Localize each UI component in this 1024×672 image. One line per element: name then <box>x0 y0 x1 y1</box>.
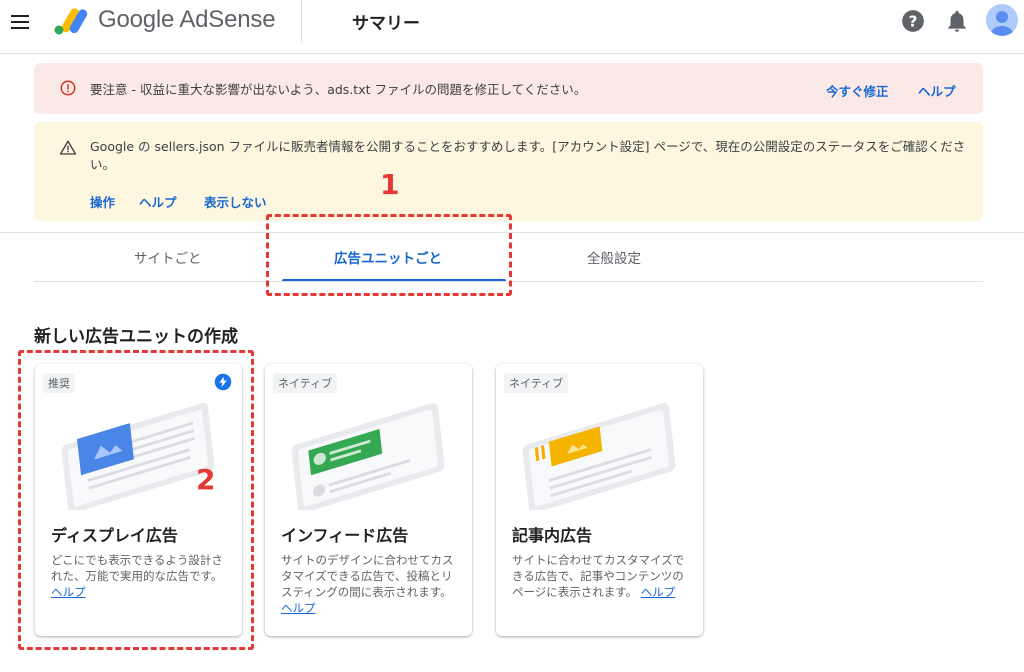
ads-txt-error-alert: 要注意 - 収益に重大な影響が出ないよう、ads.txt ファイルの問題を修正し… <box>34 63 983 114</box>
warning-triangle-icon <box>59 140 77 155</box>
account-avatar-icon[interactable] <box>986 4 1018 36</box>
card-description-text: サイトのデザインに合わせてカスタマイズできる広告で、投稿とリスティングの間に表示… <box>281 553 454 599</box>
menu-icon[interactable] <box>8 10 32 34</box>
svg-text:?: ? <box>909 12 918 30</box>
page-title: サマリー <box>352 14 420 34</box>
card-help-link[interactable]: ヘルプ <box>281 601 316 615</box>
card-title: 記事内広告 <box>512 526 593 545</box>
sellers-json-warning-alert: Google の sellers.json ファイルに販売者情報を公開することを… <box>34 122 983 221</box>
top-app-bar: Google AdSense サマリー ? <box>0 0 1024 54</box>
tab-by-site[interactable]: サイトごと <box>134 247 202 267</box>
article-ad-card[interactable]: ネイティブ 記事内広告 サイトに合わせてカスタマイズできる広告で、記事やコンテン… <box>496 364 703 636</box>
header-divider <box>301 0 302 42</box>
annotation-box-tab <box>266 214 512 296</box>
adsense-page: Google AdSense サマリー ? 要注意 - 収益に重大な影響が出ない… <box>0 0 1024 672</box>
warning-action-link[interactable]: 操作 <box>90 192 115 211</box>
card-description: サイトのデザインに合わせてカスタマイズできる広告で、投稿とリスティングの間に表示… <box>281 552 461 616</box>
infeed-ad-illustration <box>291 403 445 510</box>
card-title: インフィード広告 <box>281 526 409 545</box>
annotation-number-1: 1 <box>380 168 400 201</box>
adsense-logo-icon <box>54 8 88 35</box>
article-ad-illustration <box>522 403 676 510</box>
error-message: 要注意 - 収益に重大な影響が出ないよう、ads.txt ファイルの問題を修正し… <box>90 82 587 97</box>
annotation-box-display-card <box>18 350 254 650</box>
brand-name: Google AdSense <box>98 6 276 33</box>
help-circle-icon[interactable]: ? <box>900 8 926 34</box>
warning-message: Google の sellers.json ファイルに販売者情報を公開することを… <box>90 139 966 172</box>
error-help-link[interactable]: ヘルプ <box>918 81 956 100</box>
bell-icon[interactable] <box>944 8 970 34</box>
annotation-number-2: 2 <box>196 463 216 496</box>
card-description: サイトに合わせてカスタマイズできる広告で、記事やコンテンツのページに表示されます… <box>512 552 692 600</box>
infeed-ad-card[interactable]: ネイティブ インフィード広告 サイトのデザインに合わせてカスタマイズできる広告で… <box>265 364 472 636</box>
fix-now-link[interactable]: 今すぐ修正 <box>826 81 889 100</box>
warning-help-link[interactable]: ヘルプ <box>139 192 177 211</box>
card-help-link[interactable]: ヘルプ <box>641 585 676 599</box>
error-circle-icon <box>60 80 76 96</box>
tab-general-settings[interactable]: 全般設定 <box>587 247 641 267</box>
warning-dismiss-link[interactable]: 表示しない <box>204 192 267 211</box>
section-title: 新しい広告ユニットの作成 <box>34 327 238 347</box>
tabs-top-divider <box>0 232 1024 233</box>
native-chip: ネイティブ <box>273 373 338 393</box>
native-chip: ネイティブ <box>504 373 569 393</box>
